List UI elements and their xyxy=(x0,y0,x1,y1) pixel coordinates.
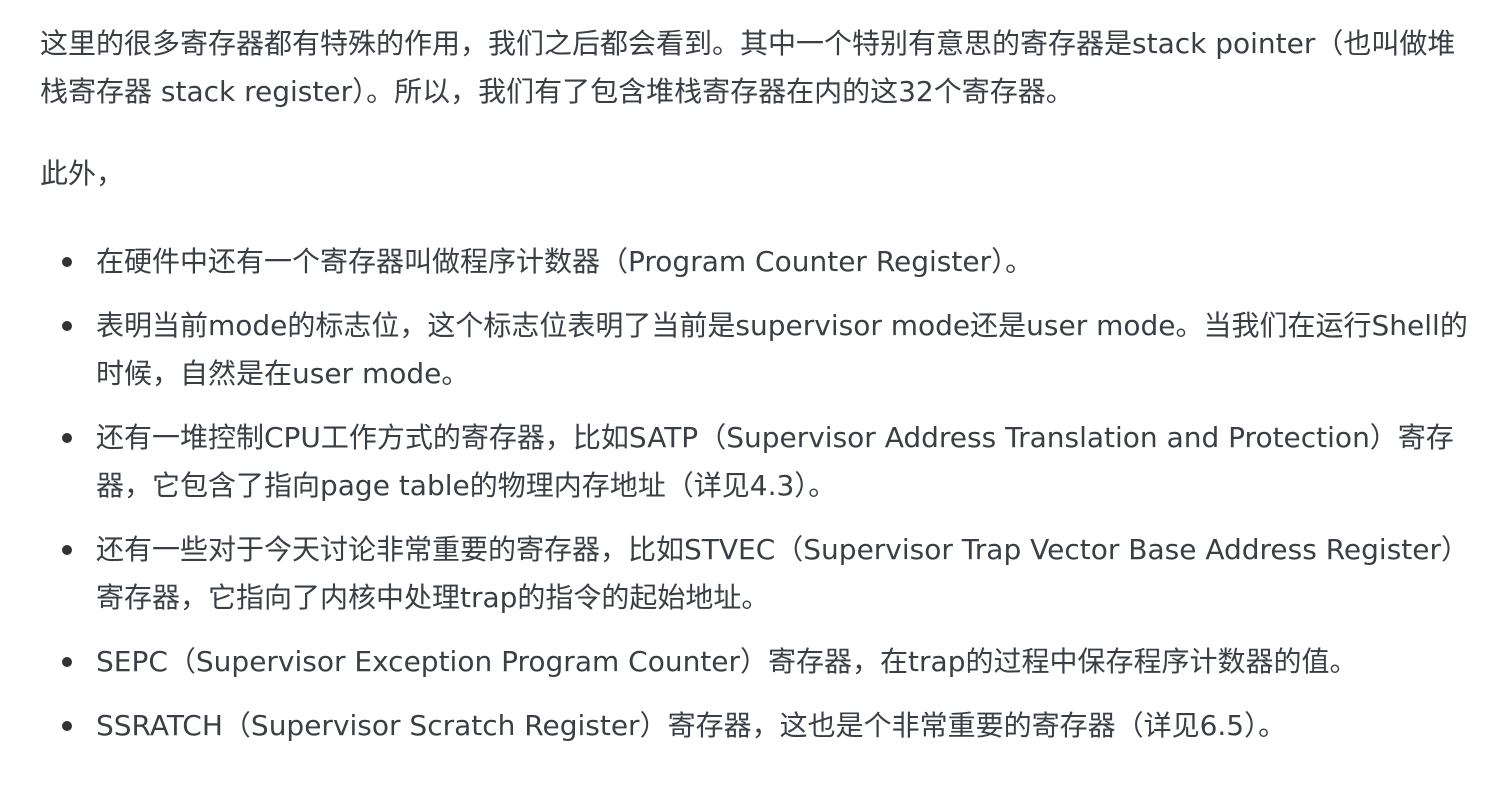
bullet-dot-icon xyxy=(62,433,72,443)
list-item: SEPC（Supervisor Exception Program Counte… xyxy=(40,638,1472,686)
document-body: 这里的很多寄存器都有特殊的作用，我们之后都会看到。其中一个特别有意思的寄存器是s… xyxy=(0,0,1492,750)
bullet-dot-icon xyxy=(62,657,72,667)
bullet-dot-icon xyxy=(62,257,72,267)
bullet-dot-icon xyxy=(62,321,72,331)
list-item-text: SEPC（Supervisor Exception Program Counte… xyxy=(96,645,1358,678)
list-item-text: 表明当前mode的标志位，这个标志位表明了当前是supervisor mode还… xyxy=(96,309,1468,390)
list-item-text: 还有一些对于今天讨论非常重要的寄存器，比如STVEC（Supervisor Tr… xyxy=(96,533,1470,614)
list-item: 还有一堆控制CPU工作方式的寄存器，比如SATP（Supervisor Addr… xyxy=(40,414,1472,510)
bullet-dot-icon xyxy=(62,545,72,555)
list-item-text: 在硬件中还有一个寄存器叫做程序计数器（Program Counter Regis… xyxy=(96,245,1034,278)
register-list: 在硬件中还有一个寄存器叫做程序计数器（Program Counter Regis… xyxy=(40,238,1472,750)
list-item: 表明当前mode的标志位，这个标志位表明了当前是supervisor mode还… xyxy=(40,302,1472,398)
intro-paragraph: 这里的很多寄存器都有特殊的作用，我们之后都会看到。其中一个特别有意思的寄存器是s… xyxy=(40,27,1456,108)
list-item-text: 还有一堆控制CPU工作方式的寄存器，比如SATP（Supervisor Addr… xyxy=(96,421,1454,502)
list-item-text: SSRATCH（Supervisor Scratch Register）寄存器，… xyxy=(96,709,1287,742)
list-item: 还有一些对于今天讨论非常重要的寄存器，比如STVEC（Supervisor Tr… xyxy=(40,526,1472,622)
besides-paragraph: 此外， xyxy=(40,157,125,190)
bullet-dot-icon xyxy=(62,721,72,731)
list-item: SSRATCH（Supervisor Scratch Register）寄存器，… xyxy=(40,702,1472,750)
list-item: 在硬件中还有一个寄存器叫做程序计数器（Program Counter Regis… xyxy=(40,238,1472,286)
